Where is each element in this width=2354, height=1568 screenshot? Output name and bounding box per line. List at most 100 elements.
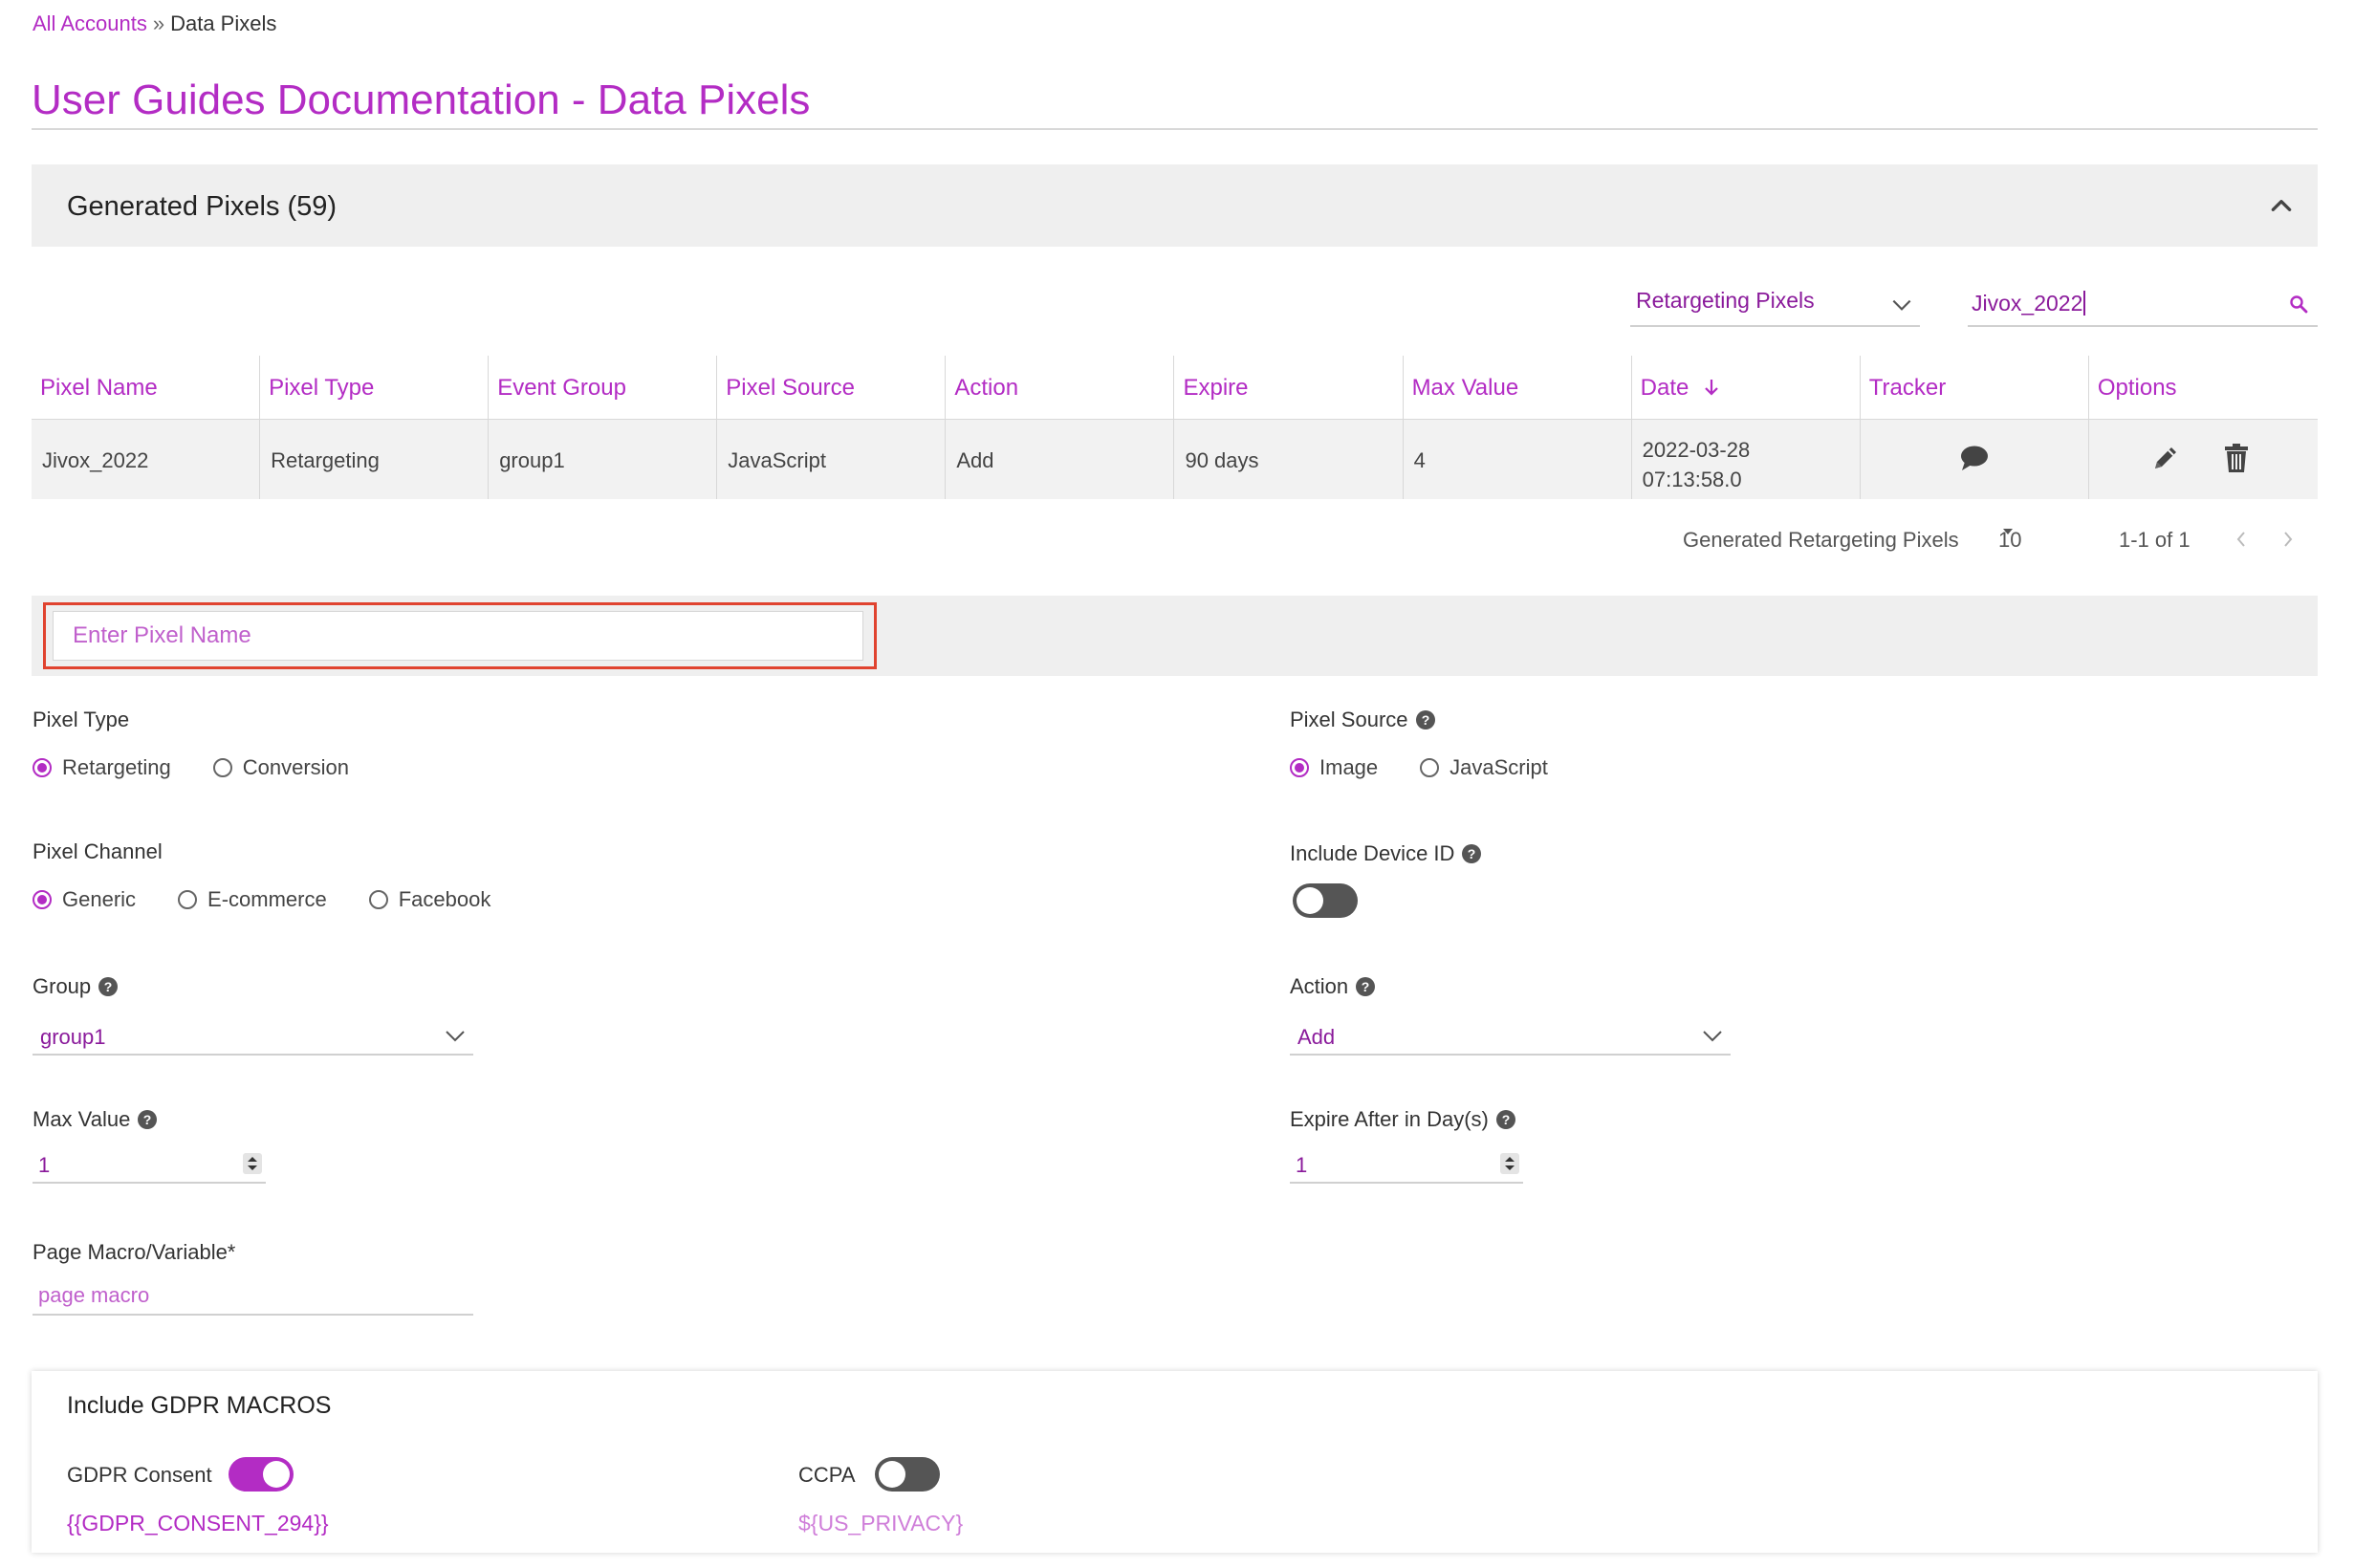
- next-page-icon[interactable]: [2281, 530, 2295, 549]
- gdpr-consent-macro: {{GDPR_CONSENT_294}}: [67, 1511, 329, 1535]
- pixel-type-label: Pixel Type: [33, 708, 130, 731]
- title-divider: [32, 128, 2318, 130]
- text-caret: [2083, 291, 2086, 316]
- max-value-input[interactable]: 1: [33, 1145, 266, 1184]
- svg-text:?: ?: [1362, 979, 1370, 994]
- max-value-label: Max Value: [33, 1107, 131, 1131]
- col-header-event-group[interactable]: Event Group: [489, 356, 718, 419]
- group-select[interactable]: group1: [33, 1017, 473, 1056]
- gdpr-consent-toggle[interactable]: [229, 1457, 294, 1492]
- radio-javascript[interactable]: JavaScript: [1420, 755, 1548, 780]
- action-label: Action: [1290, 974, 1349, 998]
- group-select-value: group1: [40, 1025, 106, 1049]
- svg-text:?: ?: [1468, 846, 1476, 861]
- col-header-pixel-source[interactable]: Pixel Source: [717, 356, 947, 419]
- radio-facebook-label: Facebook: [398, 887, 491, 911]
- radio-javascript-label: JavaScript: [1449, 755, 1548, 779]
- radio-retargeting-label: Retargeting: [62, 755, 171, 779]
- radio-generic-label: Generic: [62, 887, 137, 911]
- pixel-filter-select[interactable]: Retargeting Pixels: [1630, 285, 1920, 327]
- radio-conversion[interactable]: Conversion: [212, 755, 349, 780]
- col-header-action[interactable]: Action: [946, 356, 1175, 419]
- cell-tracker: [1861, 420, 2089, 499]
- comment-icon[interactable]: [1959, 444, 1990, 472]
- help-icon[interactable]: ?: [1415, 710, 1435, 730]
- table-row[interactable]: Jivox_2022 Retargeting group1 JavaScript…: [32, 420, 2318, 499]
- chevron-down-icon: [445, 1029, 466, 1044]
- action-select-value: Add: [1297, 1025, 1336, 1049]
- pencil-icon[interactable]: [2150, 443, 2181, 473]
- gdpr-consent-label: GDPR Consent: [67, 1463, 212, 1487]
- radio-ecommerce-label: E-commerce: [207, 887, 327, 911]
- spinner-icon[interactable]: [1500, 1153, 1519, 1174]
- prev-page-icon[interactable]: [2234, 530, 2248, 549]
- ccpa-toggle[interactable]: [875, 1457, 940, 1492]
- device-id-field-label: Include Device ID?: [1290, 841, 1482, 866]
- pixel-source-field-label: Pixel Source?: [1290, 708, 1435, 732]
- page-macro-label: Page Macro/Variable*: [33, 1240, 236, 1264]
- help-icon[interactable]: ?: [1356, 977, 1376, 996]
- pixel-channel-radios: Generic E-commerce Facebook: [33, 887, 490, 912]
- cell-expire: 90 days: [1174, 420, 1404, 499]
- col-header-pixel-type[interactable]: Pixel Type: [260, 356, 490, 419]
- radio-image[interactable]: Image: [1290, 755, 1378, 780]
- breadcrumb-all-accounts[interactable]: All Accounts: [33, 11, 147, 35]
- device-id-toggle[interactable]: [1293, 883, 1358, 918]
- cell-pixel-source: JavaScript: [717, 420, 947, 499]
- expire-after-label: Expire After in Day(s): [1290, 1107, 1489, 1131]
- cell-pixel-type: Retargeting: [260, 420, 490, 499]
- search-icon[interactable]: [2289, 294, 2308, 314]
- breadcrumb-separator: »: [152, 11, 165, 35]
- col-header-pixel-name[interactable]: Pixel Name: [32, 356, 261, 419]
- col-header-date-label: Date: [1640, 375, 1689, 401]
- col-header-max-value[interactable]: Max Value: [1404, 356, 1632, 419]
- help-icon[interactable]: ?: [98, 977, 119, 996]
- gdpr-card-title: Include GDPR MACROS: [67, 1392, 332, 1419]
- trash-icon[interactable]: [2223, 443, 2250, 473]
- radio-facebook[interactable]: Facebook: [368, 887, 491, 912]
- search-value: Jivox_2022: [1972, 291, 2083, 316]
- action-field-label: Action?: [1290, 974, 1376, 999]
- pixel-filter-value: Retargeting Pixels: [1636, 288, 1815, 313]
- chevron-down-icon: [1702, 1029, 1723, 1044]
- radio-ecommerce[interactable]: E-commerce: [178, 887, 327, 912]
- generated-pixels-label: Generated Pixels (59): [67, 191, 338, 222]
- help-icon[interactable]: ?: [1495, 1110, 1515, 1129]
- pixels-table: Pixel Name Pixel Type Event Group Pixel …: [32, 356, 2318, 499]
- breadcrumb-current: Data Pixels: [170, 11, 277, 35]
- pixel-channel-label: Pixel Channel: [33, 839, 163, 863]
- page-title: User Guides Documentation - Data Pixels: [32, 76, 811, 123]
- max-value-value: 1: [38, 1153, 51, 1177]
- breadcrumb: All Accounts» Data Pixels: [33, 11, 276, 36]
- action-select[interactable]: Add: [1290, 1017, 1731, 1056]
- col-header-expire[interactable]: Expire: [1174, 356, 1404, 419]
- svg-text:?: ?: [104, 979, 113, 994]
- pixel-name-input[interactable]: [53, 611, 863, 661]
- radio-image-label: Image: [1319, 755, 1379, 779]
- cell-action: Add: [946, 420, 1175, 499]
- cell-date-day: 2022-03-28: [1642, 438, 1751, 462]
- radio-generic[interactable]: Generic: [33, 887, 136, 912]
- expire-after-field-label: Expire After in Day(s)?: [1290, 1107, 1515, 1132]
- cell-date: 2022-03-28 07:13:58.0: [1632, 420, 1861, 499]
- group-field-label: Group?: [33, 974, 119, 999]
- page-macro-input[interactable]: page macro: [33, 1277, 473, 1316]
- expire-after-value: 1: [1296, 1153, 1308, 1177]
- radio-retargeting[interactable]: Retargeting: [33, 755, 171, 780]
- spinner-icon[interactable]: [243, 1153, 262, 1174]
- help-icon[interactable]: ?: [138, 1110, 158, 1129]
- generated-pixels-header[interactable]: Generated Pixels (59): [32, 164, 2318, 247]
- caret-down-icon: [2002, 528, 2014, 535]
- col-header-date[interactable]: Date: [1632, 356, 1861, 419]
- cell-options: [2089, 420, 2318, 499]
- expire-after-input[interactable]: 1: [1290, 1145, 1523, 1184]
- search-input[interactable]: Jivox_2022: [1968, 285, 2318, 327]
- svg-text:?: ?: [1421, 712, 1429, 728]
- ccpa-macro: ${US_PRIVACY}: [798, 1511, 964, 1535]
- pixel-source-radios: Image JavaScript: [1290, 755, 1548, 780]
- help-icon[interactable]: ?: [1462, 844, 1482, 863]
- chevron-up-icon[interactable]: [2269, 193, 2294, 218]
- svg-text:?: ?: [1502, 1112, 1511, 1127]
- device-id-label: Include Device ID: [1290, 841, 1455, 865]
- cell-pixel-name: Jivox_2022: [32, 420, 261, 499]
